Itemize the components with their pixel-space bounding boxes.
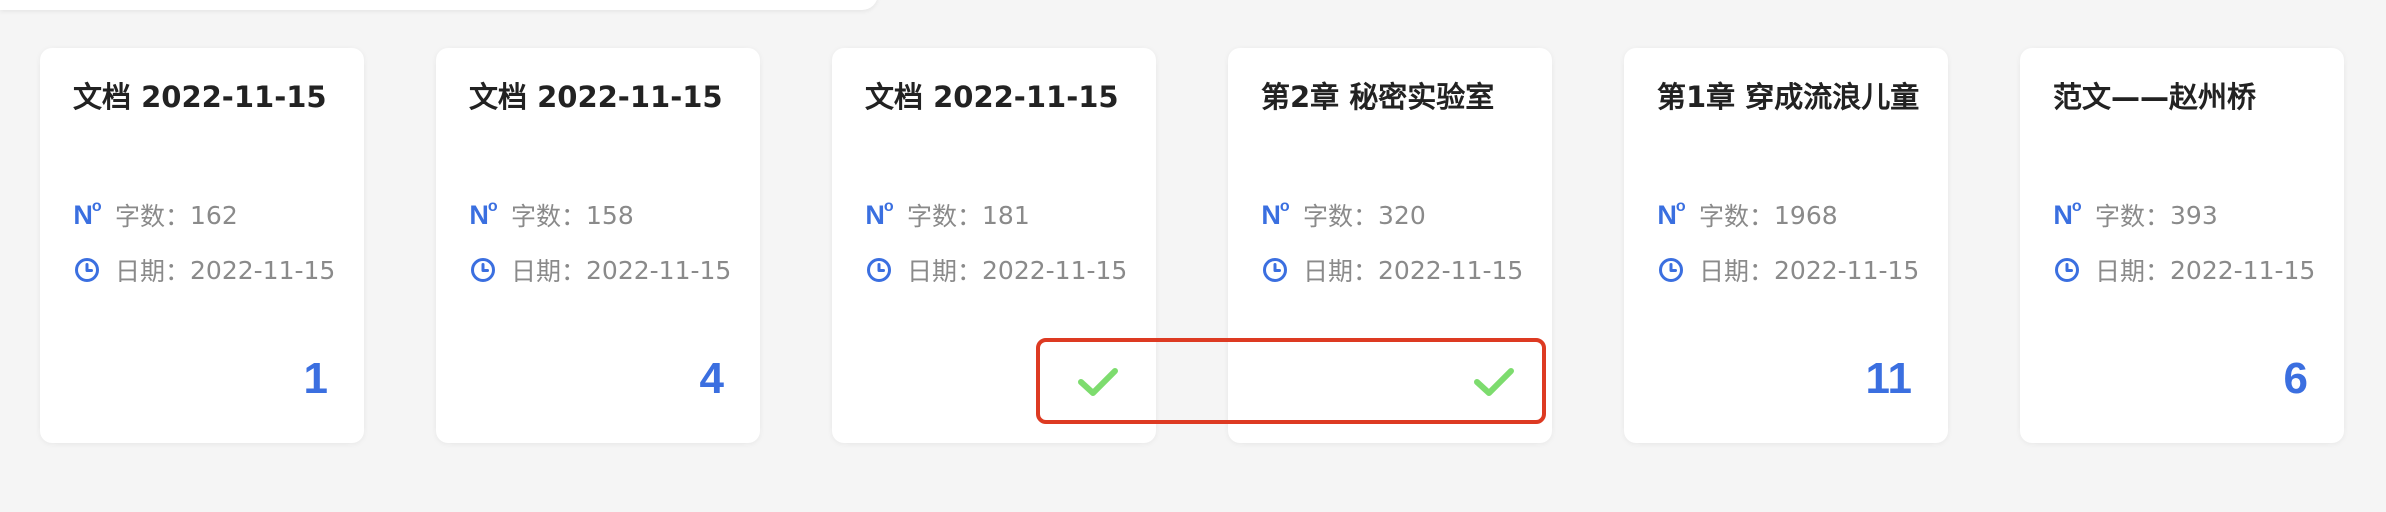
- clock-icon: [468, 255, 498, 285]
- word-count-label: 字数：: [1699, 202, 1775, 231]
- document-card[interactable]: 第1章 穿成流浪儿童 No 字数： 1968 日期： 2022-11-15 11: [1624, 48, 1948, 443]
- word-count-label: 字数：: [907, 202, 983, 231]
- card-title: 文档 2022-11-15: [73, 80, 327, 114]
- date-value: 2022-11-15: [586, 255, 732, 285]
- date-row: 日期： 2022-11-15: [864, 253, 1127, 287]
- word-count-row: No 字数： 162: [72, 197, 238, 232]
- card-title: 第1章 穿成流浪儿童: [1657, 80, 1920, 114]
- word-count-row: No 字数： 393: [2052, 197, 2218, 232]
- top-panel-edge: [0, 0, 878, 10]
- document-card[interactable]: 文档 2022-11-15 No 字数： 158 日期： 2022-11-15 …: [436, 48, 760, 443]
- word-count-row: No 字数： 320: [1260, 197, 1426, 232]
- document-card-list: 文档 2022-11-15 No 字数： 162 日期： 2022-11-15 …: [40, 48, 2346, 443]
- date-label: 日期：: [115, 257, 191, 286]
- card-count: 6: [2283, 354, 2308, 403]
- word-count-label: 字数：: [115, 202, 191, 231]
- number-sign-icon: No: [1261, 197, 1289, 230]
- word-count-row: No 字数： 181: [864, 197, 1030, 232]
- word-count-label: 字数：: [511, 202, 587, 231]
- date-row: 日期： 2022-11-15: [72, 253, 335, 287]
- word-count-value: 393: [2170, 200, 2218, 230]
- clock-icon: [72, 255, 102, 285]
- date-row: 日期： 2022-11-15: [1656, 253, 1919, 287]
- word-count-label: 字数：: [1303, 202, 1379, 231]
- word-count-value: 1968: [1774, 200, 1838, 230]
- document-card[interactable]: 第2章 秘密实验室 No 字数： 320 日期： 2022-11-15: [1228, 48, 1552, 443]
- clock-icon: [1656, 255, 1686, 285]
- date-value: 2022-11-15: [2170, 255, 2316, 285]
- check-icon[interactable]: [1076, 365, 1120, 399]
- word-count-label: 字数：: [2095, 202, 2171, 231]
- card-title: 文档 2022-11-15: [469, 80, 723, 114]
- card-count: 11: [1865, 354, 1912, 403]
- card-count: 4: [699, 354, 724, 403]
- date-row: 日期： 2022-11-15: [1260, 253, 1523, 287]
- date-value: 2022-11-15: [982, 255, 1128, 285]
- clock-icon: [2052, 255, 2082, 285]
- number-sign-icon: No: [1657, 197, 1685, 230]
- date-value: 2022-11-15: [1774, 255, 1920, 285]
- clock-icon: [864, 255, 894, 285]
- card-title: 文档 2022-11-15: [865, 80, 1119, 114]
- word-count-row: No 字数： 158: [468, 197, 634, 232]
- check-icon[interactable]: [1472, 365, 1516, 399]
- date-row: 日期： 2022-11-15: [468, 253, 731, 287]
- number-sign-icon: No: [2053, 197, 2081, 230]
- word-count-value: 158: [586, 200, 634, 230]
- clock-icon: [1260, 255, 1290, 285]
- date-row: 日期： 2022-11-15: [2052, 253, 2315, 287]
- date-label: 日期：: [2095, 257, 2171, 286]
- document-card[interactable]: 文档 2022-11-15 No 字数： 181 日期： 2022-11-15: [832, 48, 1156, 443]
- date-label: 日期：: [1303, 257, 1379, 286]
- word-count-row: No 字数： 1968: [1656, 197, 1838, 232]
- date-label: 日期：: [511, 257, 587, 286]
- document-card[interactable]: 文档 2022-11-15 No 字数： 162 日期： 2022-11-15 …: [40, 48, 364, 443]
- word-count-value: 162: [190, 200, 238, 230]
- card-title: 第2章 秘密实验室: [1261, 80, 1495, 114]
- word-count-value: 320: [1378, 200, 1426, 230]
- number-sign-icon: No: [865, 197, 893, 230]
- date-label: 日期：: [907, 257, 983, 286]
- number-sign-icon: No: [469, 197, 497, 230]
- date-value: 2022-11-15: [1378, 255, 1524, 285]
- date-label: 日期：: [1699, 257, 1775, 286]
- word-count-value: 181: [982, 200, 1030, 230]
- number-sign-icon: No: [73, 197, 101, 230]
- date-value: 2022-11-15: [190, 255, 336, 285]
- card-title: 范文——赵州桥: [2053, 80, 2257, 114]
- card-count: 1: [303, 354, 328, 403]
- document-card[interactable]: 范文——赵州桥 No 字数： 393 日期： 2022-11-15 6: [2020, 48, 2344, 443]
